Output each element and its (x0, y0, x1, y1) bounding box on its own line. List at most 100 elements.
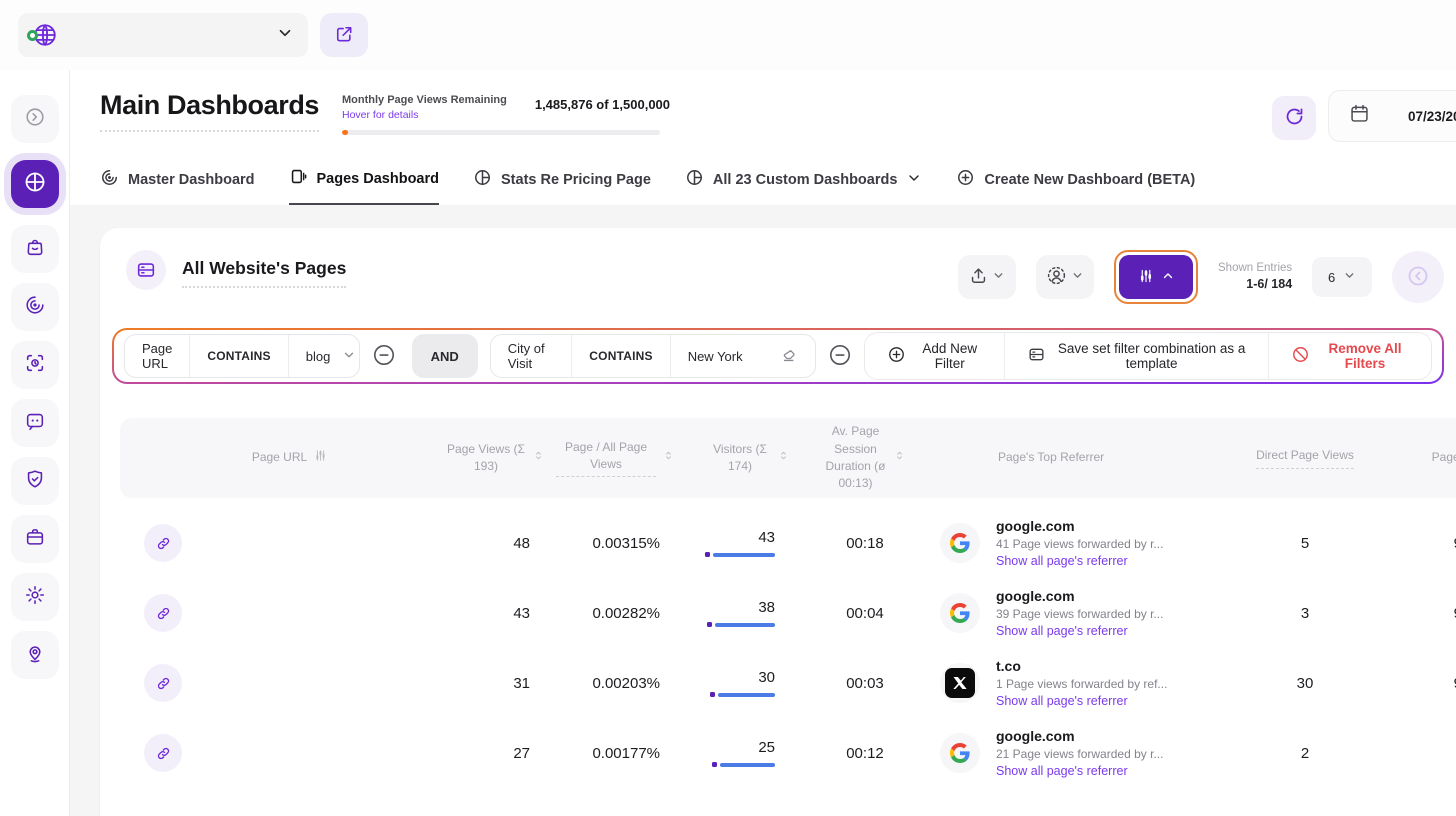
table-row[interactable]: 43 0.00282% 38 00:04 google.com39 Page v… (120, 578, 1456, 648)
filter-1: Page URL CONTAINS blog (124, 334, 360, 378)
ratio-cell: 0.00177% (545, 745, 675, 762)
calendar-icon (1349, 103, 1370, 129)
sort-icon[interactable] (893, 449, 906, 467)
sidebar-item-privacy[interactable] (11, 457, 59, 505)
visitors-bar (705, 552, 775, 557)
camera-focus-icon (24, 352, 46, 379)
sidebar-item-collapse[interactable] (11, 95, 59, 143)
show-all-referrers-link[interactable]: Show all page's referrer (996, 764, 1163, 778)
filter-logic-operator[interactable]: AND (412, 334, 478, 378)
quota-progress-bar (342, 130, 660, 135)
filter-2-value[interactable]: New York (671, 335, 816, 377)
tab-create-new-dashboard[interactable]: Create New Dashboard (BETA) (956, 167, 1195, 205)
google-favicon (940, 733, 980, 773)
page-link-icon[interactable] (144, 524, 182, 562)
chevron-down-icon (1343, 269, 1356, 285)
website-selector[interactable] (18, 13, 308, 57)
visitors-bar (707, 622, 775, 627)
col-visitors[interactable]: Visitors (Σ 174) (675, 441, 790, 476)
col-duration[interactable]: Av. Page Session Duration (ø 00:13) (790, 423, 940, 493)
tab-pages-dashboard[interactable]: Pages Dashboard (289, 167, 440, 205)
page-link-icon[interactable] (144, 594, 182, 632)
page-title: Main Dashboards (100, 90, 319, 132)
quota-details-link[interactable]: Hover for details (342, 109, 507, 121)
filter-toggle-button[interactable] (1119, 255, 1193, 299)
show-all-referrers-link[interactable]: Show all page's referrer (996, 694, 1167, 708)
filter-2-field[interactable]: City of Visit (491, 335, 573, 377)
show-all-referrers-link[interactable]: Show all page's referrer (996, 624, 1163, 638)
chevron-down-icon (276, 24, 294, 47)
panel-header: All Website's Pages (100, 228, 1456, 302)
table-row[interactable]: 27 0.00177% 25 00:12 google.com21 Page v… (120, 718, 1456, 788)
ratio-cell: 0.00282% (545, 605, 675, 622)
tab-custom-dashboards[interactable]: All 23 Custom Dashboards (685, 167, 923, 205)
save-table-icon (1027, 345, 1046, 367)
sidebar-item-feedback[interactable] (11, 399, 59, 447)
website-globe-icon (32, 22, 58, 48)
pages-table: Page URL Page Views (Σ 193) Page / All P… (120, 418, 1456, 788)
no-entry-icon (1291, 345, 1310, 367)
minus-circle-icon (371, 342, 397, 371)
col-direct-page-views[interactable]: Direct Page Views (1240, 447, 1370, 468)
sort-icon[interactable] (532, 449, 545, 467)
upload-icon (969, 266, 988, 288)
quota-label: Monthly Page Views Remaining (342, 94, 507, 106)
col-page-views[interactable]: Page Views (Σ 193) (375, 441, 545, 476)
date-range-picker[interactable]: 07/23/2020 (1328, 90, 1456, 142)
visitors-cell: 38 (675, 599, 790, 627)
col-last-clipped: Page' (1370, 449, 1456, 466)
col-ratio[interactable]: Page / All Page Views (545, 439, 675, 478)
sidebar-item-ecommerce[interactable] (11, 225, 59, 273)
page-size-select[interactable]: 6 (1312, 257, 1372, 297)
sidebar-item-company[interactable] (11, 515, 59, 563)
chevron-down-icon (342, 348, 356, 365)
add-new-filter-button[interactable]: Add New Filter (865, 333, 1005, 379)
audience-button[interactable] (1036, 255, 1094, 299)
sort-icon[interactable] (777, 449, 790, 467)
page-link-icon[interactable] (144, 664, 182, 702)
eraser-icon[interactable] (779, 345, 798, 367)
table-row[interactable]: 48 0.00315% 43 00:18 google.com41 Page v… (120, 508, 1456, 578)
open-website-button[interactable] (320, 13, 368, 57)
filter-2: City of Visit CONTAINS New York (490, 334, 817, 378)
tab-master-dashboard[interactable]: Master Dashboard (100, 167, 255, 205)
refresh-icon (1284, 106, 1305, 130)
export-button[interactable] (958, 255, 1016, 299)
direct-views-cell: 30 (1240, 675, 1370, 692)
save-filter-template-button[interactable]: Save set filter combination as a templat… (1005, 333, 1269, 379)
show-all-referrers-link[interactable]: Show all page's referrer (996, 554, 1163, 568)
filter-2-operator[interactable]: CONTAINS (572, 335, 670, 377)
remove-filter-1-button[interactable] (368, 337, 400, 375)
filter-1-operator[interactable]: CONTAINS (190, 335, 288, 377)
pie-chart-icon (685, 168, 704, 191)
content-area: All Website's Pages (70, 205, 1456, 816)
sidebar-item-visitor-map[interactable] (11, 631, 59, 679)
gauge-spiral-icon (100, 168, 119, 191)
chat-bubble-icon (24, 410, 46, 437)
refresh-button[interactable] (1272, 96, 1316, 140)
direct-views-cell: 3 (1240, 605, 1370, 622)
sidebar-item-performance[interactable] (11, 283, 59, 331)
google-favicon (940, 523, 980, 563)
page-link-icon[interactable] (144, 734, 182, 772)
table-row[interactable]: 31 0.00203% 30 00:03 t.co1 Page views fo… (120, 648, 1456, 718)
remove-all-filters-button[interactable]: Remove All Filters (1269, 333, 1431, 379)
sidebar-item-settings[interactable] (11, 573, 59, 621)
sidebar-item-dashboards[interactable] (11, 160, 59, 208)
col-top-referrer: Page's Top Referrer (940, 449, 1240, 466)
col-page-url[interactable]: Page URL (205, 448, 375, 468)
quota-progress-fill (342, 130, 348, 135)
remove-filter-2-button[interactable] (824, 337, 856, 375)
prev-page-button[interactable] (1392, 251, 1444, 303)
ratio-cell: 0.00203% (545, 675, 675, 692)
visitors-cell: 30 (675, 669, 790, 697)
sort-icon[interactable] (662, 449, 675, 467)
shown-entries: Shown Entries 1-6/ 184 (1218, 260, 1292, 294)
sidebar-item-recordings[interactable] (11, 341, 59, 389)
column-sliders-icon[interactable] (313, 448, 328, 468)
filter-1-value[interactable]: blog (289, 335, 360, 377)
tab-stats-pricing-page[interactable]: Stats Re Pricing Page (473, 167, 651, 205)
filter-1-field[interactable]: Page URL (125, 335, 190, 377)
last-cell: 9 (1370, 605, 1456, 622)
referrer-cell: google.com41 Page views forwarded by r..… (940, 518, 1240, 569)
